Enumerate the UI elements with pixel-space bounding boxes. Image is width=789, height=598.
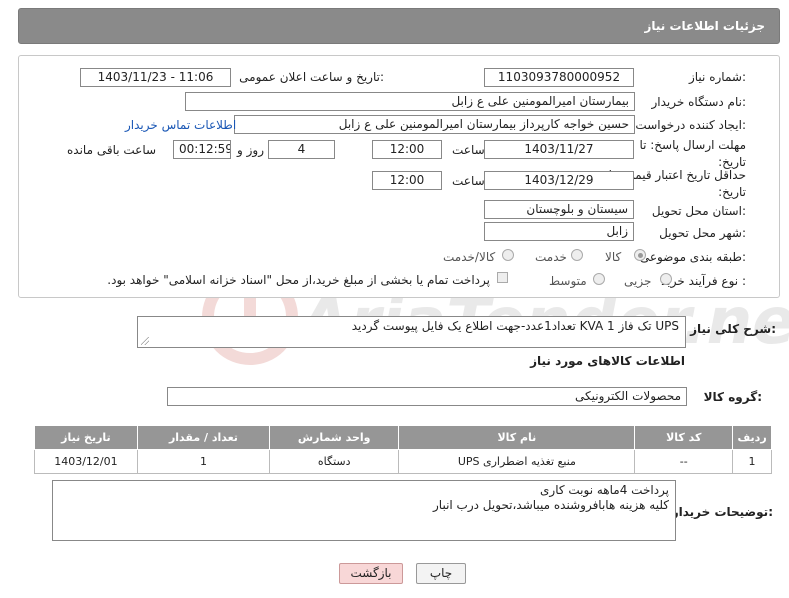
category-radio-service[interactable] bbox=[571, 249, 583, 261]
province-label: استان محل تحویل: bbox=[651, 204, 746, 218]
description-textarea[interactable]: UPS تک فاز KVA 1 تعداد1عدد-جهت اطلاع یک … bbox=[137, 316, 686, 348]
page-title: جزئیات اطلاعات نیاز bbox=[644, 19, 765, 33]
remaining-time-field[interactable]: 00:12:59 bbox=[173, 140, 231, 159]
days-label: روز و bbox=[237, 143, 264, 157]
print-button[interactable]: چاپ bbox=[416, 563, 466, 584]
table-row[interactable]: 1 -- منبع تغذیه اضطراری UPS دستگاه 1 140… bbox=[34, 449, 772, 474]
buyer-notes-line-2: کلیه هزینه هابافروشنده میباشد،تحویل درب … bbox=[433, 498, 669, 512]
treasury-checkbox[interactable] bbox=[497, 272, 508, 283]
goods-section-title: اطلاعات کالاهای مورد نیاز bbox=[530, 354, 685, 368]
description-label: شرح کلی نیاز: bbox=[690, 322, 776, 336]
goods-group-field[interactable]: محصولات الکترونیکی bbox=[167, 387, 687, 406]
back-button[interactable]: بازگشت bbox=[339, 563, 403, 584]
buyer-notes-label: توضیحات خریدار: bbox=[671, 505, 773, 519]
process-medium-label: متوسط bbox=[549, 274, 587, 288]
validity-date-field[interactable]: 1403/12/29 bbox=[484, 171, 634, 190]
days-field[interactable]: 4 bbox=[268, 140, 335, 159]
cell-name: منبع تغذیه اضطراری UPS bbox=[398, 449, 636, 474]
col-code-header: کد کالا bbox=[634, 425, 734, 450]
cell-date: 1403/12/01 bbox=[34, 449, 138, 474]
creator-field[interactable]: حسین خواجه کارپرداز بیمارستان امیرالمومن… bbox=[234, 115, 635, 134]
col-date-header: تاریخ نیاز bbox=[34, 425, 138, 450]
goods-table: ردیف کد کالا نام کالا واحد شمارش تعداد /… bbox=[34, 425, 772, 474]
need-number-label: شماره نیاز: bbox=[688, 70, 746, 84]
process-minor-label: جزیی bbox=[624, 274, 652, 288]
remaining-label: ساعت باقی مانده bbox=[67, 143, 157, 157]
process-label: نوع فرآیند خرید : bbox=[661, 274, 746, 288]
cell-qty: 1 bbox=[136, 449, 271, 474]
need-number-field[interactable]: 1103093780000952 bbox=[484, 68, 634, 87]
validity-time-label: ساعت bbox=[452, 174, 485, 188]
category-goods-label: کالا bbox=[605, 250, 622, 264]
deadline-date-field[interactable]: 1403/11/27 bbox=[484, 140, 634, 159]
province-field[interactable]: سیستان و بلوچستان bbox=[484, 200, 634, 219]
city-field[interactable]: زابل bbox=[484, 222, 634, 241]
category-label: طبقه بندی موضوعی: bbox=[639, 250, 746, 264]
buyer-notes-textarea[interactable]: پرداخت 4ماهه نوبت کاری کلیه هزینه هابافر… bbox=[52, 480, 676, 541]
deadline-time-field[interactable]: 12:00 bbox=[372, 140, 442, 159]
buyer-org-label: نام دستگاه خریدار: bbox=[651, 95, 747, 109]
cell-unit: دستگاه bbox=[269, 449, 400, 474]
deadline-label: مهلت ارسال پاسخ: تا تاریخ: bbox=[639, 138, 746, 169]
buyer-notes-line-1: پرداخت 4ماهه نوبت کاری bbox=[540, 483, 669, 497]
announce-label: تاریخ و ساعت اعلان عمومی: bbox=[239, 70, 384, 84]
col-qty-header: تعداد / مقدار bbox=[136, 425, 271, 450]
col-row-header: ردیف bbox=[732, 425, 772, 450]
table-header-row: ردیف کد کالا نام کالا واحد شمارش تعداد /… bbox=[34, 425, 772, 450]
description-text: UPS تک فاز KVA 1 تعداد1عدد-جهت اطلاع یک … bbox=[351, 319, 679, 333]
cell-row: 1 bbox=[732, 449, 772, 474]
resize-grip-icon[interactable] bbox=[141, 337, 149, 345]
col-name-header: نام کالا bbox=[398, 425, 636, 450]
validity-time-field[interactable]: 12:00 bbox=[372, 171, 442, 190]
announce-field[interactable]: 1403/11/23 - 11:06 bbox=[80, 68, 231, 87]
cell-code: -- bbox=[634, 449, 734, 474]
page-header: جزئیات اطلاعات نیاز bbox=[18, 8, 780, 44]
category-radio-both[interactable] bbox=[502, 249, 514, 261]
buyer-org-field[interactable]: بیمارستان امیرالمومنین علی ع زابل bbox=[185, 92, 635, 111]
category-radio-goods[interactable] bbox=[634, 249, 646, 261]
payment-note: پرداخت تمام یا بخشی از مبلغ خرید،از محل … bbox=[107, 273, 490, 287]
category-service-label: خدمت bbox=[535, 250, 567, 264]
deadline-time-label: ساعت bbox=[452, 143, 485, 157]
category-both-label: کالا/خدمت bbox=[443, 250, 496, 264]
contact-info-link[interactable]: اطلاعات تماس خریدار bbox=[125, 118, 236, 132]
creator-label: ایجاد کننده درخواست: bbox=[635, 118, 746, 132]
col-unit-header: واحد شمارش bbox=[269, 425, 400, 450]
goods-group-label: گروه کالا: bbox=[703, 390, 762, 404]
process-radio-minor[interactable] bbox=[660, 273, 672, 285]
city-label: شهر محل تحویل: bbox=[659, 226, 746, 240]
process-radio-medium[interactable] bbox=[593, 273, 605, 285]
